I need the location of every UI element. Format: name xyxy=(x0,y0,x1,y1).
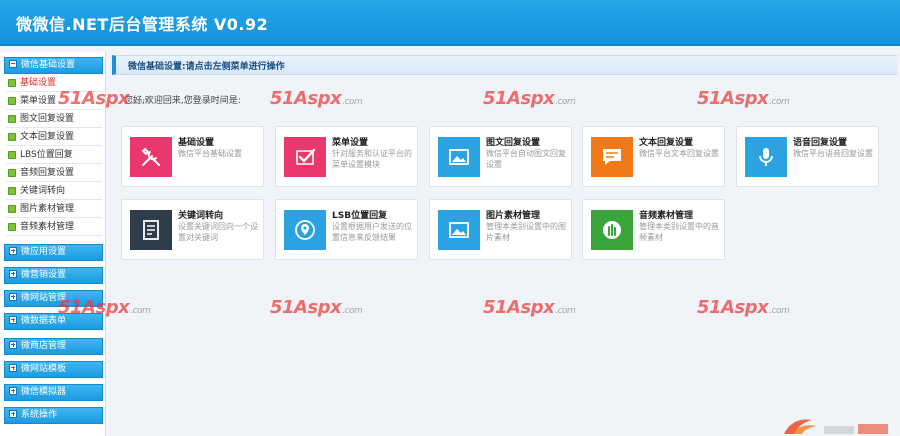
sidebar-item-news-reply[interactable]: 图文回复设置 xyxy=(6,111,102,128)
top-header: 微微信.NET后台管理系统 V0.92 xyxy=(0,0,900,46)
expand-icon xyxy=(9,364,17,372)
item-bullet-icon xyxy=(8,187,16,195)
card-image-assets[interactable]: 图片素材管理 管理本类别设置中的图片素材 xyxy=(429,199,572,260)
sidebar-group-marketing[interactable]: 微营销设置 xyxy=(4,267,103,284)
sidebar-group-apps[interactable]: 微应用设置 xyxy=(4,244,103,261)
check-icon xyxy=(284,137,326,177)
card-audio-assets[interactable]: 音频素材管理 管理本类别设置中的音频素材 xyxy=(582,199,725,260)
item-bullet-icon xyxy=(8,133,16,141)
item-bullet-icon xyxy=(8,169,16,177)
tools-icon xyxy=(130,137,172,177)
breadcrumb-text: 微信基础设置:请点击左侧菜单进行操作 xyxy=(128,62,285,72)
card-menu-settings[interactable]: 菜单设置 针对服务和认证平台的菜单设置模块 xyxy=(275,126,418,187)
item-bullet-icon xyxy=(8,151,16,159)
item-bullet-icon xyxy=(8,223,16,231)
sidebar-group-basic[interactable]: 微信基础设置 xyxy=(4,57,103,74)
expand-icon xyxy=(9,316,17,324)
sidebar-group-templates[interactable]: 微网站模板 xyxy=(4,361,103,378)
watermark: 51Aspx.com xyxy=(58,88,151,109)
sidebar-item-audio-assets[interactable]: 音频素材管理 xyxy=(6,219,102,236)
document-icon xyxy=(130,210,172,250)
sidebar-item-lbs-reply[interactable]: LBS位置回复 xyxy=(6,147,102,164)
card-text-reply[interactable]: 文本回复设置 微信平台文本回复设置 xyxy=(582,126,725,187)
expand-icon xyxy=(9,293,17,301)
watermark: 51Aspx.com xyxy=(483,88,576,109)
item-bullet-icon xyxy=(8,97,16,105)
watermark: 51Aspx.com xyxy=(58,297,151,318)
item-bullet-icon xyxy=(8,79,16,87)
expand-icon xyxy=(9,247,17,255)
collapse-icon xyxy=(9,60,17,68)
audio-icon xyxy=(591,210,633,250)
message-icon xyxy=(591,137,633,177)
app-title: 微微信.NET后台管理系统 V0.92 xyxy=(16,15,269,34)
sidebar: 微信基础设置 基础设置 菜单设置 图文回复设置 文本回复设置 LBS位置回复 音… xyxy=(0,52,106,436)
sidebar-group-system[interactable]: 系统操作 xyxy=(4,407,103,424)
expand-icon xyxy=(9,270,17,278)
watermark: 51Aspx.com xyxy=(270,88,363,109)
watermark: 51Aspx.com xyxy=(270,297,363,318)
card-keyword-redirect[interactable]: 关键词转向 设置关键词回向一个设置对关键词 xyxy=(121,199,264,260)
image-icon xyxy=(438,210,480,250)
sidebar-item-audio-reply[interactable]: 音频回复设置 xyxy=(6,165,102,182)
image-icon xyxy=(438,137,480,177)
watermark: 51Aspx.com xyxy=(697,88,790,109)
sidebar-group-simulator[interactable]: 微信模拟器 xyxy=(4,384,103,401)
watermark: 51Aspx.com xyxy=(697,297,790,318)
card-basic-settings[interactable]: 基础设置 微信平台基础设置 xyxy=(121,126,264,187)
item-bullet-icon xyxy=(8,115,16,123)
breadcrumb: 微信基础设置:请点击左侧菜单进行操作 xyxy=(112,55,897,75)
microphone-icon xyxy=(745,137,787,177)
expand-icon xyxy=(9,410,17,418)
sidebar-item-keyword-redirect[interactable]: 关键词转向 xyxy=(6,183,102,200)
item-bullet-icon xyxy=(8,205,16,213)
card-lbs-reply[interactable]: LSB位置回复 设置根据用户发送的位置信息来反馈结果 xyxy=(275,199,418,260)
location-icon xyxy=(284,210,326,250)
sidebar-item-image-assets[interactable]: 图片素材管理 xyxy=(6,201,102,218)
corner-logo xyxy=(784,419,888,434)
sidebar-item-text-reply[interactable]: 文本回复设置 xyxy=(6,129,102,146)
watermark: 51Aspx.com xyxy=(483,297,576,318)
expand-icon xyxy=(9,341,17,349)
card-voice-reply[interactable]: 语音回复设置 微信平台语音回复设置 xyxy=(736,126,879,187)
sidebar-group-shop[interactable]: 微商店管理 xyxy=(4,338,103,355)
card-news-reply[interactable]: 图文回复设置 微信平台自动图文回复设置 xyxy=(429,126,572,187)
expand-icon xyxy=(9,387,17,395)
